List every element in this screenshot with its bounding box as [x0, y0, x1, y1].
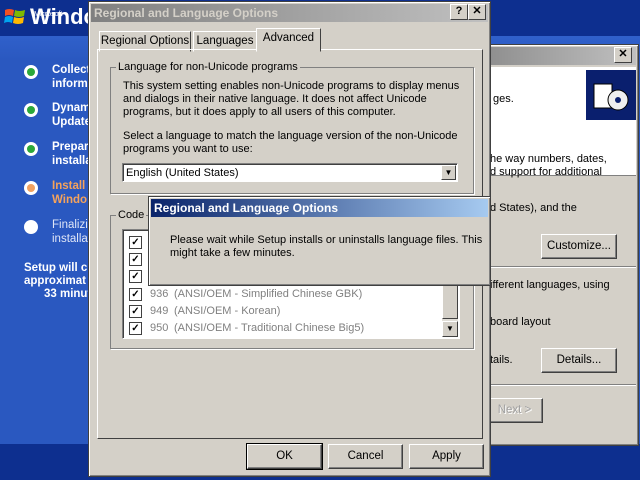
checkbox-checked[interactable]: ✓	[129, 253, 142, 266]
scrollbar-thumb[interactable]	[442, 283, 458, 319]
popup-message: Please wait while Setup installs or unin…	[170, 234, 483, 259]
cancel-button[interactable]: Cancel	[328, 444, 403, 469]
scroll-down-icon[interactable]: ▼	[442, 321, 458, 337]
close-icon: ✕	[472, 5, 482, 17]
close-icon: ✕	[618, 48, 628, 60]
wizard-close-button[interactable]: ✕	[614, 47, 632, 63]
windows-flag-icon	[4, 9, 25, 24]
selected-language-value: English (United States)	[126, 167, 239, 179]
checkbox-checked[interactable]: ✓	[129, 236, 142, 249]
globe-cd-icon	[586, 70, 636, 120]
details-button[interactable]: Details...	[541, 348, 617, 373]
non-unicode-language-select[interactable]: English (United States) ▼	[122, 163, 458, 182]
microsoft-label: Microsoft	[34, 11, 63, 18]
windows-logo: Microsoft Windo	[4, 2, 97, 32]
wizard-divider	[490, 266, 636, 268]
step-done-icon	[24, 142, 38, 156]
wizard-header-text: ges.	[493, 93, 514, 105]
language-select-prompt: Select a language to match the language …	[123, 130, 458, 155]
non-unicode-description: This system setting enables non-Unicode …	[123, 80, 460, 118]
checkbox-checked[interactable]: ✓	[129, 305, 142, 318]
step-done-icon	[24, 103, 38, 117]
step-done-icon	[24, 65, 38, 79]
popup-titlebar: Regional and Language Options	[151, 199, 488, 217]
dialog-titlebar: Regional and Language Options	[91, 4, 488, 22]
checkbox-checked[interactable]: ✓	[129, 270, 142, 283]
wizard-text-line-1: he way numbers, dates,	[490, 153, 607, 165]
wizard-divider	[490, 384, 636, 386]
setup-time-remaining: Setup will c approximat 33 minut	[24, 262, 92, 300]
step-pending-icon	[24, 220, 38, 234]
chevron-down-icon[interactable]: ▼	[441, 165, 456, 180]
wizard-text-line-5: board layout	[490, 316, 551, 328]
install-progress-popup: Regional and Language Options Please wai…	[148, 196, 491, 286]
checkbox-checked[interactable]: ✓	[129, 288, 142, 301]
non-unicode-group-label: Language for non-Unicode programs	[116, 61, 300, 73]
code-page-group-label: Code	[116, 209, 147, 221]
wizard-text-line-6: tails.	[490, 354, 513, 366]
customize-button[interactable]: Customize...	[541, 234, 617, 259]
step-current-icon	[24, 181, 38, 195]
next-button[interactable]: Next >	[486, 398, 543, 423]
help-button[interactable]: ?	[450, 4, 468, 20]
help-icon: ?	[455, 5, 463, 17]
apply-button[interactable]: Apply	[409, 444, 484, 469]
tab-advanced[interactable]: Advanced	[256, 28, 321, 52]
dialog-close-button[interactable]: ✕	[468, 4, 486, 20]
wizard-text-line-4: ifferent languages, using	[490, 279, 610, 291]
checkbox-checked[interactable]: ✓	[129, 322, 142, 335]
ok-button[interactable]: OK	[246, 443, 323, 470]
wizard-text-line-2: d support for additional	[490, 166, 602, 178]
wizard-text-line-3: d States), and the	[490, 202, 577, 214]
